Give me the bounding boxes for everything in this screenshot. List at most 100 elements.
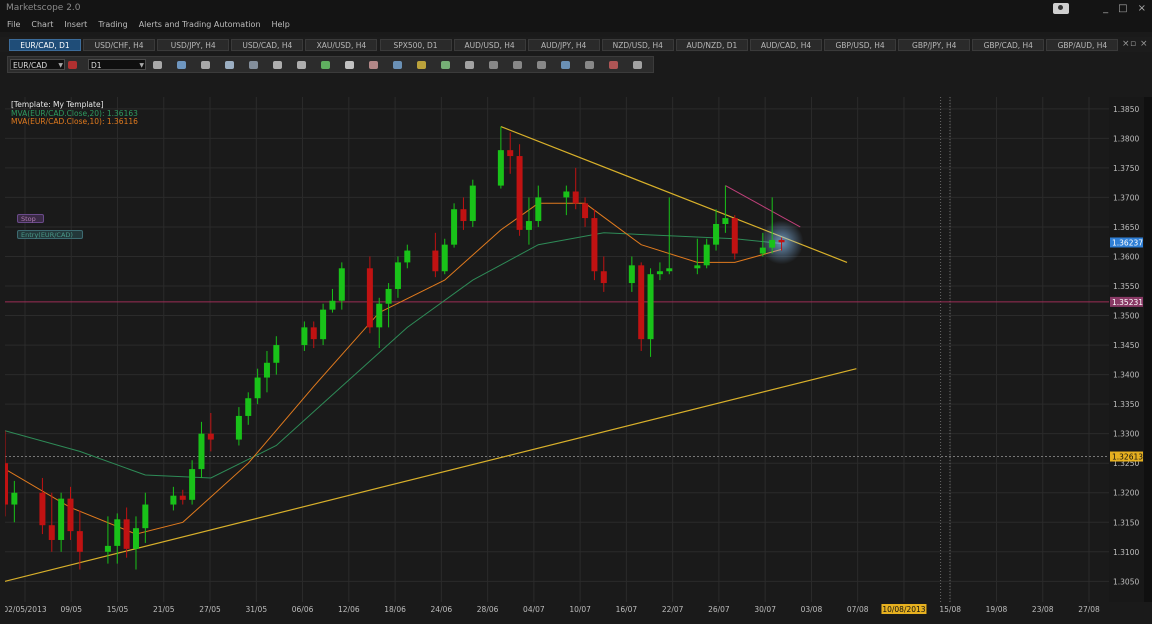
- candle[interactable]: [703, 238, 710, 269]
- candle[interactable]: [366, 256, 373, 334]
- tab-aud-cad-h4[interactable]: AUD/CAD, H4: [750, 39, 822, 51]
- bar-chart-icon[interactable]: [201, 61, 210, 69]
- candle[interactable]: [638, 262, 645, 351]
- maximize-button[interactable]: □: [1118, 3, 1127, 14]
- candle[interactable]: [170, 486, 177, 511]
- candle[interactable]: [310, 321, 317, 349]
- candle[interactable]: [535, 185, 542, 227]
- candle[interactable]: [516, 144, 523, 236]
- globe-icon[interactable]: [393, 61, 402, 69]
- symbol-select[interactable]: EUR/CAD ▼: [10, 59, 65, 70]
- tab-usd-cad-h4[interactable]: USD/CAD, H4: [231, 39, 304, 51]
- menu-trading[interactable]: Trading: [98, 20, 127, 29]
- candle[interactable]: [254, 368, 261, 405]
- menu-alerts[interactable]: Alerts and Trading Automation: [139, 20, 261, 29]
- menu-file[interactable]: File: [7, 20, 20, 29]
- candle[interactable]: [5, 430, 8, 517]
- candle[interactable]: [404, 244, 411, 269]
- candle[interactable]: [114, 513, 121, 564]
- candle[interactable]: [432, 232, 439, 278]
- candle[interactable]: [600, 256, 607, 292]
- vertical-scrollbar[interactable]: [1144, 97, 1152, 602]
- tab-aud-nzd-d1[interactable]: AUD/NZD, D1: [675, 39, 748, 51]
- menu-help[interactable]: Help: [272, 20, 290, 29]
- print-icon[interactable]: [465, 61, 474, 69]
- menu-insert[interactable]: Insert: [64, 20, 87, 29]
- properties-icon[interactable]: [369, 61, 378, 69]
- candle[interactable]: [572, 167, 579, 210]
- crosshair-icon[interactable]: [153, 61, 162, 69]
- candle[interactable]: [198, 421, 205, 478]
- tab-nzd-usd-h4[interactable]: NZD/USD, H4: [601, 39, 674, 51]
- line-chart-icon[interactable]: [177, 61, 186, 69]
- candle[interactable]: [497, 126, 504, 189]
- note-icon[interactable]: [345, 61, 354, 69]
- entry-order-tag[interactable]: Entry(EUR/CAD): [17, 230, 83, 239]
- trend-icon[interactable]: [321, 61, 330, 69]
- candle[interactable]: [329, 288, 336, 313]
- candle[interactable]: [338, 262, 345, 310]
- candle[interactable]: [713, 209, 720, 251]
- ellipse-icon[interactable]: [561, 61, 570, 69]
- tab-gbp-usd-h4[interactable]: GBP/USD, H4: [824, 39, 897, 51]
- tab-close-window-icon[interactable]: ×: [1140, 39, 1148, 49]
- trendline[interactable]: [5, 368, 857, 582]
- candle[interactable]: [245, 392, 252, 425]
- candle[interactable]: [235, 407, 242, 446]
- candle[interactable]: [207, 412, 214, 452]
- tab-gbp-aud-h4[interactable]: GBP/AUD, H4: [1046, 39, 1119, 51]
- sell-icon[interactable]: [68, 61, 77, 69]
- tab-aud-jpy-h4[interactable]: AUD/JPY, H4: [527, 39, 600, 51]
- fib-icon[interactable]: [585, 61, 594, 69]
- zoom-icon[interactable]: [249, 61, 258, 69]
- tab-eur-cad-d1[interactable]: EUR/CAD, D1: [9, 39, 81, 51]
- expert-icon[interactable]: [441, 61, 450, 69]
- candle[interactable]: [132, 516, 139, 570]
- timeframe-select[interactable]: D1 ▼: [88, 59, 146, 70]
- candle[interactable]: [451, 203, 458, 248]
- candle[interactable]: [722, 185, 729, 233]
- tab-usd-jpy-h4[interactable]: USD/JPY, H4: [157, 39, 230, 51]
- candle[interactable]: [591, 209, 598, 281]
- candle[interactable]: [179, 489, 186, 505]
- eraser-icon[interactable]: [609, 61, 618, 69]
- menu-chart[interactable]: Chart: [31, 20, 53, 29]
- candle[interactable]: [628, 256, 635, 292]
- candle[interactable]: [731, 215, 738, 260]
- candle[interactable]: [460, 197, 467, 230]
- tab-spx500-d1[interactable]: SPX500, D1: [379, 39, 452, 51]
- line-tool-icon[interactable]: [537, 61, 546, 69]
- tab-xau-usd-h4[interactable]: XAU/USD, H4: [305, 39, 378, 51]
- candle[interactable]: [385, 283, 392, 328]
- candle[interactable]: [469, 179, 476, 227]
- candle[interactable]: [656, 262, 663, 281]
- drawing-icon[interactable]: [513, 61, 522, 69]
- tab-restore-icon[interactable]: ▫: [1130, 39, 1136, 49]
- marker-icon[interactable]: [297, 61, 306, 69]
- candle[interactable]: [394, 256, 401, 298]
- tab-aud-usd-h4[interactable]: AUD/USD, H4: [453, 39, 526, 51]
- candle[interactable]: [189, 460, 196, 505]
- candle[interactable]: [647, 268, 654, 357]
- candle[interactable]: [441, 238, 448, 275]
- tab-close-icon[interactable]: ×: [1122, 39, 1130, 49]
- tab-gbp-cad-h4[interactable]: GBP/CAD, H4: [972, 39, 1045, 51]
- candle[interactable]: [525, 197, 532, 245]
- stop-order-tag[interactable]: Stop: [17, 214, 44, 223]
- candle[interactable]: [142, 492, 149, 543]
- candle[interactable]: [11, 480, 18, 523]
- candle[interactable]: [582, 197, 589, 227]
- indicator-icon[interactable]: [489, 61, 498, 69]
- camera-icon[interactable]: [1053, 3, 1070, 14]
- candle[interactable]: [263, 350, 270, 393]
- candle[interactable]: [76, 510, 83, 570]
- ruler-icon[interactable]: [417, 61, 426, 69]
- minimize-button[interactable]: _: [1103, 3, 1108, 14]
- candle[interactable]: [376, 297, 383, 349]
- tab-gbp-jpy-h4[interactable]: GBP/JPY, H4: [898, 39, 971, 51]
- candle[interactable]: [320, 303, 327, 346]
- cursor-icon[interactable]: [273, 61, 282, 69]
- close-button[interactable]: ×: [1138, 3, 1146, 14]
- candle[interactable]: [58, 492, 65, 552]
- candle[interactable]: [39, 477, 46, 535]
